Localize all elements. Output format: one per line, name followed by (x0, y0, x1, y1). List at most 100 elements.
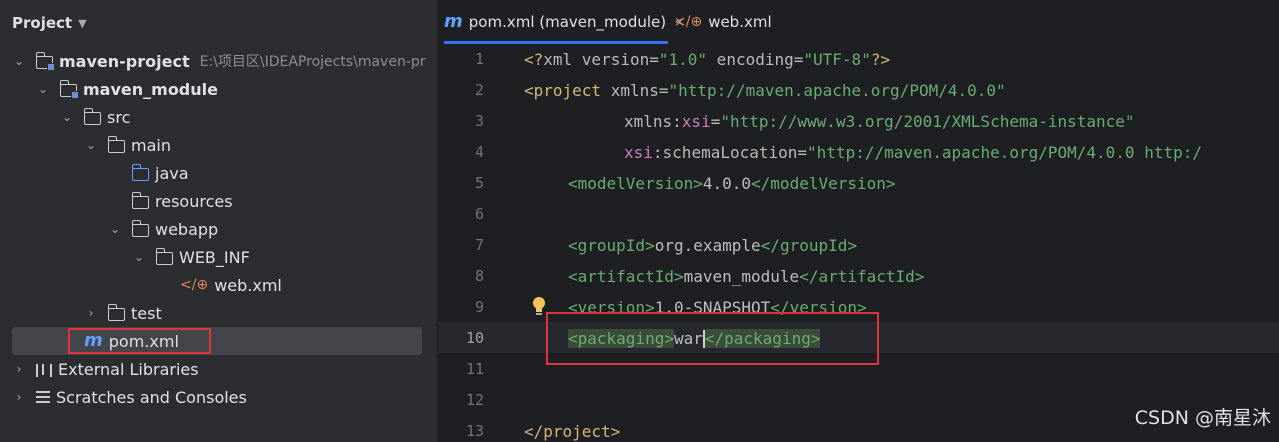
line-number: 4 (474, 143, 484, 161)
code-token: maven_module (683, 267, 800, 286)
code-token: org.example (654, 236, 761, 255)
tree-item-label: maven-project (59, 51, 190, 71)
line-number: 3 (474, 112, 484, 130)
line-number-current: 10 (465, 329, 484, 347)
line-number: 7 (474, 236, 484, 254)
tree-item-label: webapp (155, 219, 219, 239)
code-token: </project> (524, 422, 621, 441)
tree-item-pom-xml[interactable]: m pom.xml (0, 327, 437, 355)
chevron-down-icon[interactable]: ⌄ (132, 250, 146, 264)
tab-label: web.xml (708, 13, 772, 31)
code-line-1[interactable]: <? xml version = "1.0" encoding = "UTF-8" ?> (524, 44, 890, 75)
tree-item-label: src (107, 107, 131, 127)
code-token: "http://maven.apache.org/POM/4.0.0" (668, 81, 1006, 100)
chevron-down-icon[interactable]: ⌄ (108, 222, 122, 236)
code-token: xsi (681, 112, 711, 131)
chevron-down-icon[interactable]: ⌄ (84, 138, 98, 152)
tab-pom-xml[interactable]: m pom.xml (maven_module) × (444, 0, 685, 44)
code-token: "UTF-8" (803, 50, 871, 69)
code-token: = (658, 81, 669, 100)
chevron-right-icon[interactable]: › (84, 306, 98, 320)
code-token: xsi (624, 143, 653, 162)
code-token: ?> (870, 50, 891, 69)
folder-icon (107, 303, 125, 321)
chevron-right-icon[interactable]: › (12, 390, 26, 404)
xml-file-icon: </⊕ (674, 14, 703, 30)
project-panel-header[interactable]: Project ▼ (12, 12, 87, 34)
line-number: 6 (474, 205, 484, 223)
code-token: <? (524, 50, 544, 69)
line-number-gutter: 1 2 3 4 5 6 7 8 9 10 11 12 13 (438, 44, 522, 442)
chevron-down-icon[interactable]: ▼ (78, 17, 86, 30)
chevron-right-icon[interactable]: › (12, 362, 26, 376)
tree-item-resources[interactable]: resources (0, 187, 437, 215)
resources-folder-icon (131, 191, 149, 209)
tree-item-web-inf[interactable]: ⌄ WEB_INF (0, 243, 437, 271)
tree-item-webapp[interactable]: ⌄ webapp (0, 215, 437, 243)
code-token: :schemaLocation (652, 143, 798, 162)
line-number: 2 (474, 81, 484, 99)
code-token: xml version (543, 50, 650, 69)
chevron-down-icon[interactable]: ⌄ (60, 110, 74, 124)
code-token: <groupId> (568, 236, 655, 255)
project-panel: Project ▼ ⌄ maven-project E:\项目区\IDEAPro… (0, 0, 437, 442)
code-token: </modelVersion> (751, 174, 896, 193)
tree-item-java[interactable]: java (0, 159, 437, 187)
tab-web-xml[interactable]: </⊕ web.xml (674, 0, 772, 44)
folder-icon (83, 107, 101, 125)
folder-icon (107, 135, 125, 153)
code-line-7[interactable]: <groupId> org.example </groupId> (568, 230, 857, 261)
highlight-box (68, 328, 211, 354)
module-folder-icon (35, 51, 55, 71)
source-folder-icon (131, 163, 149, 181)
project-path: E:\项目区\IDEAProjects\maven-pr (199, 54, 426, 70)
tree-item-label: web.xml (214, 275, 282, 295)
highlight-box (546, 312, 879, 365)
editor-panel: m pom.xml (maven_module) × </⊕ web.xml 1… (438, 0, 1279, 442)
code-line-13[interactable]: </project> (524, 416, 620, 442)
project-panel-title: Project (12, 14, 73, 32)
code-token: <modelVersion> (568, 174, 703, 193)
tree-item-src[interactable]: ⌄ src (0, 103, 437, 131)
tree-item-label: java (155, 163, 189, 183)
tree-item-maven-module[interactable]: ⌄ maven_module (0, 75, 437, 103)
code-token: <artifactId> (568, 267, 684, 286)
tree-item-label: resources (155, 191, 233, 211)
code-token: "http://www.w3.org/2001/XMLSchema-instan… (720, 112, 1135, 131)
tree-item-label: WEB_INF (179, 247, 250, 267)
tree-item-external-libraries[interactable]: › External Libraries (0, 355, 437, 383)
tree-item-label: test (131, 303, 162, 323)
xml-file-icon: </⊕ (180, 277, 209, 293)
code-line-3[interactable]: xmlns: xsi = "http://www.w3.org/2001/XMLSch… (624, 106, 1135, 137)
code-token: = (710, 112, 721, 131)
chevron-down-icon[interactable]: ⌄ (36, 82, 50, 96)
code-token: encoding (707, 50, 794, 69)
module-folder-icon (59, 79, 79, 99)
tree-item-web-xml[interactable]: </⊕ web.xml (0, 271, 437, 299)
editor-tab-bar: m pom.xml (maven_module) × </⊕ web.xml (438, 0, 1279, 44)
line-number: 1 (474, 50, 484, 68)
code-token: = (649, 50, 659, 69)
lightbulb-icon[interactable] (531, 296, 547, 318)
tree-item-label: maven_module (83, 79, 218, 99)
line-number: 8 (474, 267, 484, 285)
code-line-2[interactable]: <project xmlns = "http://maven.apache.org/… (524, 75, 1006, 106)
code-token: </artifactId> (799, 267, 925, 286)
tab-label: pom.xml (maven_module) (468, 13, 667, 31)
code-token: xmlns: (624, 112, 682, 131)
code-token: </groupId> (760, 236, 857, 255)
tree-item-scratches[interactable]: › Scratches and Consoles (0, 383, 437, 411)
tree-item-label: main (131, 135, 171, 155)
tree-item-label: External Libraries (58, 359, 199, 379)
tree-item-maven-project[interactable]: ⌄ maven-project E:\项目区\IDEAProjects\mave… (0, 47, 437, 75)
tree-item-test[interactable]: › test (0, 299, 437, 327)
watermark: CSDN @南星沐 (1134, 407, 1271, 429)
code-line-5[interactable]: <modelVersion> 4.0.0 </modelVersion> (568, 168, 896, 199)
line-number: 9 (474, 298, 484, 316)
tree-item-main[interactable]: ⌄ main (0, 131, 437, 159)
line-number: 5 (474, 174, 484, 192)
code-line-4[interactable]: xsi:schemaLocation = "http://maven.apache.… (624, 137, 1202, 168)
chevron-down-icon[interactable]: ⌄ (12, 54, 26, 68)
code-line-8[interactable]: <artifactId> maven_module </artifactId> (568, 261, 924, 292)
code-token: "http://maven.apache.org/POM/4.0.0 http:… (807, 143, 1202, 162)
